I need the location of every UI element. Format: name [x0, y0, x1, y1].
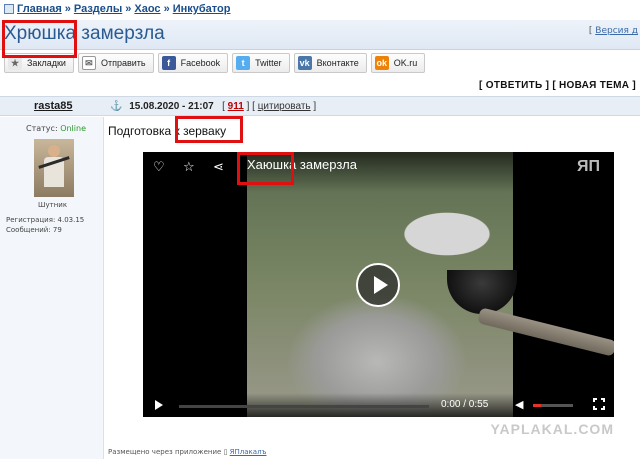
- post-meta: ⚓ 15.08.2020 - 21:07 [ 911 ] [ цитироват…: [110, 101, 317, 112]
- author-name[interactable]: rasta85: [34, 100, 73, 112]
- cite-link[interactable]: цитировать: [258, 101, 311, 112]
- new-topic-button[interactable]: [ НОВАЯ ТЕМА ]: [552, 80, 636, 91]
- facebook-label: Facebook: [180, 58, 221, 68]
- volume-fill: [533, 404, 541, 407]
- bookmark-icon: ★: [8, 56, 22, 70]
- breadcrumb-chaos[interactable]: Хаос: [134, 3, 160, 15]
- twitter-icon: t: [236, 56, 251, 70]
- send-icon: ✉: [81, 56, 96, 70]
- ok-icon: ok: [374, 56, 389, 70]
- breadcrumb-sections[interactable]: Разделы: [74, 3, 122, 15]
- volume-slider[interactable]: [533, 404, 573, 407]
- breadcrumb-home[interactable]: Главная: [17, 3, 62, 15]
- share-icon[interactable]: ⋖: [213, 160, 224, 175]
- star-icon[interactable]: ☆: [183, 160, 195, 175]
- video-log: [477, 307, 614, 357]
- app-icon: ▯: [223, 448, 228, 456]
- breadcrumb-separator: »: [125, 3, 132, 15]
- yp-logo: ЯП: [577, 158, 600, 175]
- play-button[interactable]: [356, 263, 400, 307]
- registration-date: Регистрация: 4.03.15: [6, 216, 85, 224]
- video-pot: [447, 270, 517, 314]
- version-link[interactable]: Версия д: [595, 26, 638, 36]
- author-status: Статус: Online: [26, 124, 86, 133]
- app-link[interactable]: ЯПлакалъ: [230, 448, 267, 456]
- author-stats: Регистрация: 4.03.15 Сообщений: 79: [6, 215, 84, 235]
- topic-title-bar: Хрюшка замерзла [ Версия д: [0, 20, 640, 50]
- breadcrumb-separator: »: [163, 3, 170, 15]
- volume-icon[interactable]: ◀: [515, 398, 523, 411]
- video-progress-bar[interactable]: [179, 405, 429, 408]
- status-label: Статус:: [26, 124, 58, 133]
- page-title: Хрюшка замерзла: [4, 23, 165, 44]
- ok-button[interactable]: ok OK.ru: [370, 53, 426, 73]
- twitter-button[interactable]: t Twitter: [232, 53, 290, 73]
- video-player[interactable]: ♡ ☆ ⋖ Хаюшка замерзла ЯП 0:00 / 0:55 ◀: [143, 152, 614, 417]
- facebook-icon: f: [161, 56, 176, 70]
- send-label: Отправить: [100, 58, 146, 68]
- video-title: Хаюшка замерзла: [247, 157, 357, 172]
- vk-icon: vk: [297, 56, 312, 70]
- heart-icon[interactable]: ♡: [153, 160, 165, 175]
- version-link-wrap: [ Версия д: [588, 26, 638, 36]
- share-toolbar: ★ Закладки ✉ Отправить f Facebook t Twitter …: [4, 53, 426, 73]
- video-time: 0:00 / 0:55: [441, 399, 489, 410]
- play-icon[interactable]: [155, 400, 163, 410]
- topic-actions: [ ОТВЕТИТЬ ] [ НОВАЯ ТЕМА ]: [479, 80, 636, 91]
- breadcrumb-separator: »: [64, 3, 71, 15]
- anchor-icon[interactable]: ⚓: [110, 101, 122, 112]
- ok-label: OK.ru: [393, 58, 418, 68]
- post-date: 15.08.2020 - 21:07: [129, 101, 214, 112]
- bookmarks-button[interactable]: ★ Закладки: [4, 53, 74, 73]
- reply-button[interactable]: [ ОТВЕТИТЬ ]: [479, 80, 549, 91]
- message-count: Сообщений: 79: [6, 226, 62, 234]
- author-rank: Шутник: [38, 201, 68, 209]
- post-header: rasta85 ⚓ 15.08.2020 - 21:07 [ 911 ] [ ц…: [0, 96, 640, 116]
- author-panel: Статус: Online Шутник Регистрация: 4.03.…: [0, 117, 104, 459]
- avatar-figure-head: [48, 145, 60, 157]
- twitter-label: Twitter: [255, 58, 282, 68]
- breadcrumb-incubator[interactable]: Инкубатор: [173, 3, 231, 15]
- breadcrumb: Главная » Разделы » Хаос » Инкубатор: [0, 0, 640, 18]
- facebook-button[interactable]: f Facebook: [157, 53, 229, 73]
- send-button[interactable]: ✉ Отправить: [77, 53, 154, 73]
- bookmarks-label: Закладки: [27, 58, 66, 68]
- home-icon: [4, 4, 14, 14]
- post-text: Подготовка к зерваку: [108, 124, 227, 138]
- status-online: Online: [60, 124, 86, 133]
- fullscreen-icon[interactable]: [593, 398, 605, 410]
- footer-note-text: Размещено через приложение: [108, 448, 222, 456]
- post-number-link[interactable]: 911: [228, 101, 244, 112]
- site-watermark: YAPLAKAL.COM: [490, 421, 614, 437]
- vkontakte-button[interactable]: vk Вконтакте: [293, 53, 367, 73]
- vkontakte-label: Вконтакте: [316, 58, 359, 68]
- footer-note: Размещено через приложение ▯ ЯПлакалъ: [108, 448, 267, 456]
- avatar[interactable]: [34, 139, 74, 197]
